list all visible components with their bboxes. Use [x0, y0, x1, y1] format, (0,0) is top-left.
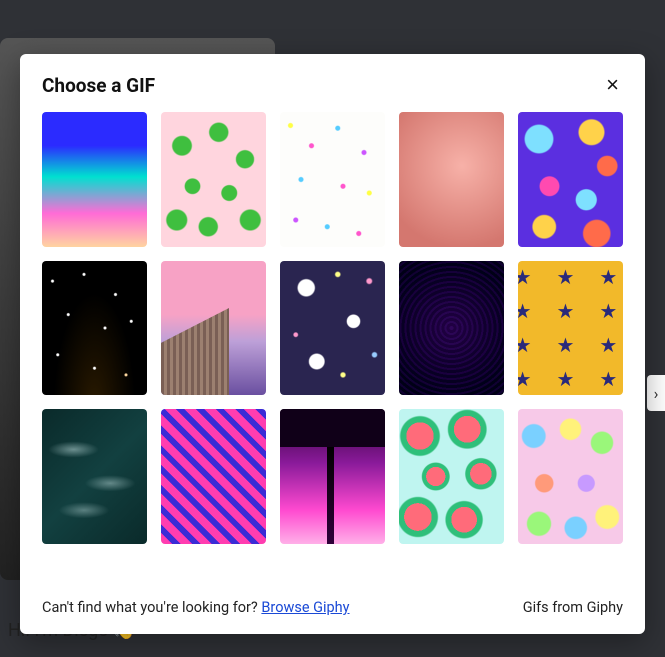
gif-thumbnail[interactable] [161, 409, 266, 544]
gif-thumbnail[interactable] [399, 409, 504, 544]
gif-thumbnail[interactable] [518, 261, 623, 396]
modal-title: Choose a GIF [42, 74, 155, 97]
carousel-next-arrow[interactable]: › [647, 375, 665, 411]
close-icon: × [606, 72, 619, 97]
gif-thumbnail[interactable] [161, 261, 266, 396]
footer-prompt: Can't find what you're looking for? [42, 599, 261, 616]
browse-giphy-link[interactable]: Browse Giphy [261, 599, 349, 616]
gif-thumbnail[interactable] [280, 409, 385, 544]
giphy-attribution: Gifs from Giphy [523, 599, 623, 616]
gif-thumbnail[interactable] [518, 112, 623, 247]
gif-grid [42, 112, 623, 544]
gif-thumbnail[interactable] [161, 112, 266, 247]
footer-prompt-wrap: Can't find what you're looking for? Brow… [42, 599, 350, 616]
gif-thumbnail[interactable] [42, 112, 147, 247]
modal-header: Choose a GIF × [20, 54, 645, 112]
close-button[interactable]: × [602, 72, 623, 98]
gif-thumbnail[interactable] [280, 261, 385, 396]
gif-picker-modal: Choose a GIF × Can't find what you're lo… [20, 54, 645, 634]
gif-thumbnail[interactable] [518, 409, 623, 544]
gif-thumbnail[interactable] [399, 112, 504, 247]
gif-thumbnail[interactable] [280, 112, 385, 247]
gif-thumbnail[interactable] [399, 261, 504, 396]
gif-thumbnail[interactable] [42, 261, 147, 396]
gif-grid-container [20, 112, 645, 581]
modal-footer: Can't find what you're looking for? Brow… [20, 581, 645, 634]
gif-thumbnail[interactable] [42, 409, 147, 544]
